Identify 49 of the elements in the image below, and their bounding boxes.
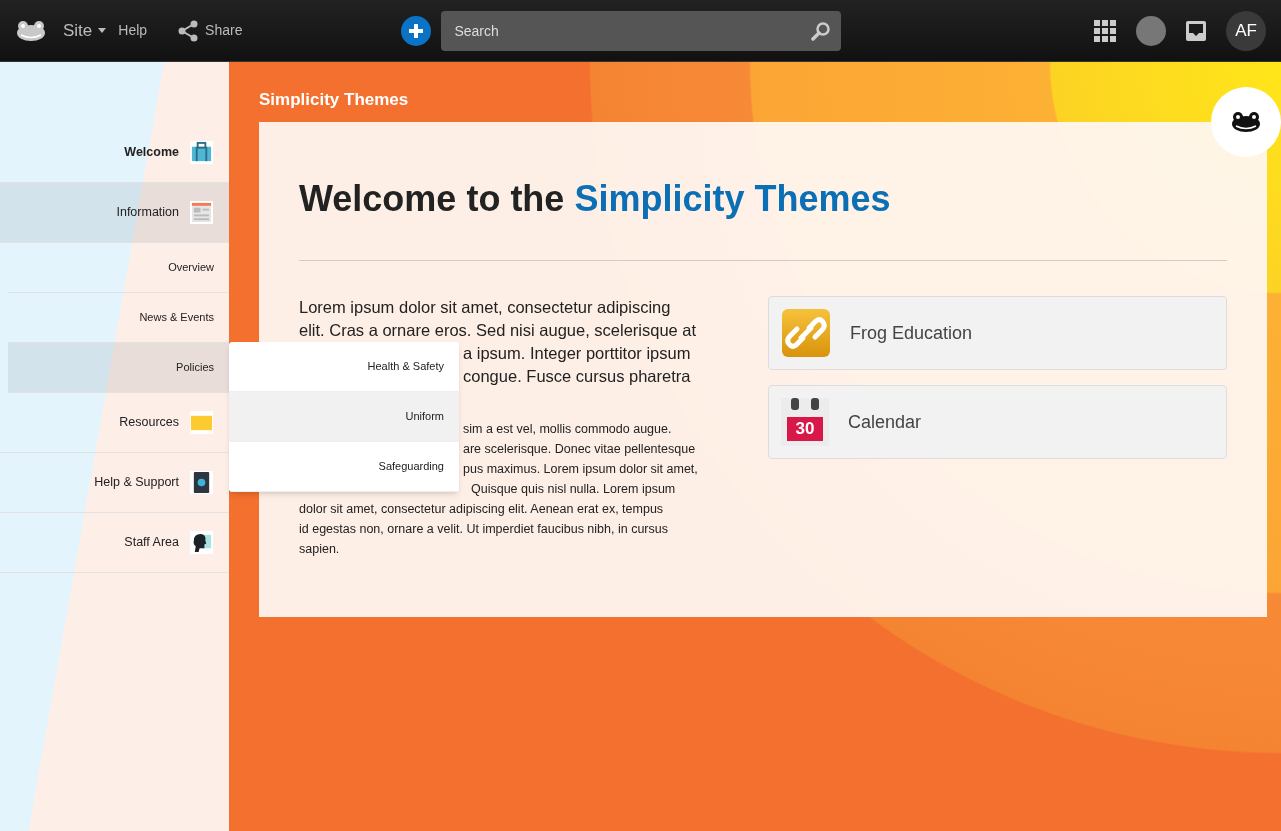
inbox-button[interactable] — [1186, 19, 1208, 42]
paragraph-line: id egestas non, ornare a velit. Ut imperdiet faucibus nibh, in cursus — [299, 522, 668, 536]
share-button[interactable]: Share — [177, 19, 243, 42]
caret-icon — [98, 28, 107, 33]
user-avatar[interactable]: AF — [1226, 10, 1266, 51]
paragraph-line: elit. Cras a ornare eros. Sed nisi augue, scelerisque at — [299, 321, 697, 339]
link-tile[interactable]: 30 Calendar — [768, 385, 1227, 459]
paragraph-line: are scelerisque. Donec vitae pellentesque — [463, 442, 696, 456]
frog-logo-icon — [1230, 111, 1262, 133]
paragraph-line: sapien. — [299, 542, 340, 556]
dropdown-item[interactable]: Safeguarding — [229, 442, 459, 492]
sidebar-item[interactable]: Staff Area — [0, 513, 229, 573]
head-icon — [190, 531, 213, 554]
document-icon — [190, 201, 213, 224]
status-circle-button[interactable] — [1136, 15, 1166, 46]
page-heading: Welcome to the Simplicity Themes — [299, 177, 892, 217]
folder-icon — [190, 411, 213, 434]
phone-book-icon — [190, 471, 213, 494]
section-title: Simplicity Themes — [259, 89, 410, 111]
inbox-icon — [1186, 20, 1206, 41]
paragraph-line: congue. Fusce cursus pharetra — [463, 367, 691, 385]
paragraph-line: Quisque quis nisl nulla. Lorem ipsum — [471, 482, 676, 496]
calendar-rings-icon — [789, 398, 821, 410]
sidebar-item[interactable]: Welcome — [0, 123, 229, 183]
dropdown-item[interactable]: Health & Safety — [229, 342, 459, 392]
paragraph-line: sim a est vel, mollis commodo augue. — [463, 422, 672, 436]
share-icon — [177, 19, 200, 42]
add-button[interactable] — [401, 15, 432, 46]
sidebar-item[interactable]: Policies — [8, 343, 229, 393]
calendar-day: 30 — [787, 417, 823, 441]
briefcase-icon — [190, 141, 213, 164]
sidebar-item[interactable]: Information — [0, 183, 229, 243]
paragraph-line: dolor sit amet, consectetur adipiscing elit. Aenean erat ex, tempus — [299, 502, 664, 516]
apps-grid-button[interactable] — [1094, 19, 1116, 42]
plus-icon — [409, 23, 424, 38]
search-field[interactable]: Search — [441, 10, 842, 51]
home-button[interactable] — [15, 18, 47, 43]
search-icon — [811, 20, 832, 41]
paragraph-line: Lorem ipsum dolor sit amet, consectetur adipiscing — [299, 298, 671, 316]
sidebar-item[interactable]: Help & Support — [0, 453, 229, 513]
dropdown-item[interactable]: Uniform — [229, 392, 459, 442]
help-link[interactable]: Help — [118, 20, 148, 41]
paragraph-line: a ipsum. Integer porttitor ipsum — [463, 344, 691, 362]
site-menu-button[interactable]: Site — [63, 17, 107, 44]
sidebar-item[interactable]: Resources — [0, 393, 229, 453]
frog-logo-icon — [15, 19, 47, 42]
paragraph-line: pus maximus. Lorem ipsum dolor sit amet, — [463, 462, 698, 476]
link-tile[interactable]: Frog Education — [768, 296, 1227, 370]
link-icon — [781, 308, 831, 358]
